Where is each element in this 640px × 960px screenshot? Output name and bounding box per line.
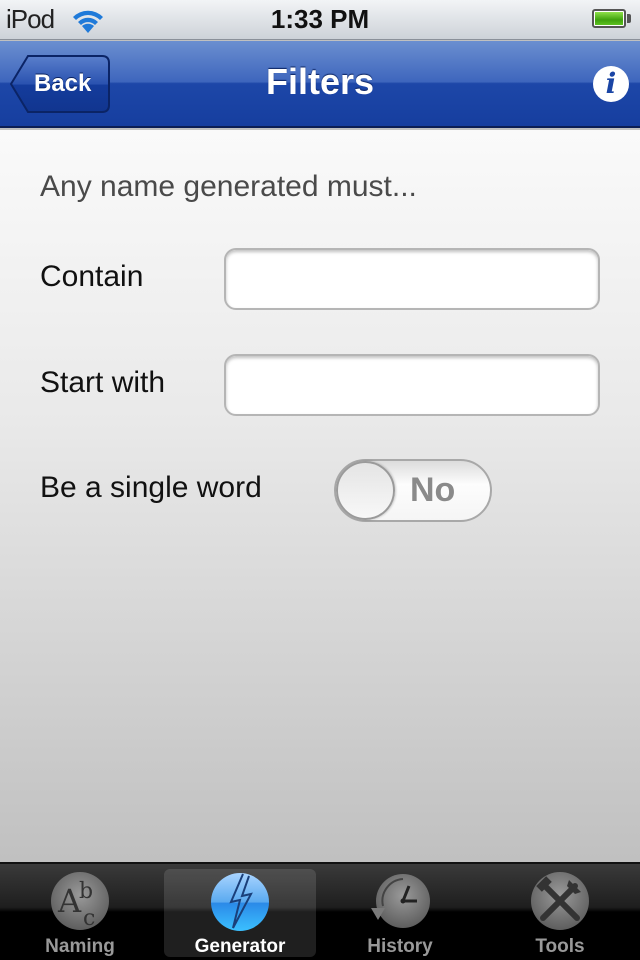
tab-tools[interactable]: Tools (484, 864, 636, 960)
contain-label: Contain (40, 260, 144, 293)
single-word-toggle[interactable]: No (334, 459, 492, 522)
page-title: Filters (265, 61, 375, 102)
tab-generator[interactable]: Generator (164, 869, 316, 957)
tab-label: Generator (194, 936, 286, 957)
svg-text:b: b (79, 879, 93, 904)
tab-history[interactable]: History (324, 864, 476, 960)
tab-label: History (367, 936, 433, 957)
toggle-knob[interactable] (336, 461, 395, 520)
battery-tip (627, 14, 631, 23)
toggle-state-label: No (410, 471, 456, 509)
start-with-label: Start with (40, 366, 166, 399)
svg-text:c: c (83, 906, 95, 931)
intro-text: Any name generated must... (40, 170, 417, 203)
tab-label: Naming (45, 936, 115, 957)
clock: 1:33 PM (270, 4, 370, 34)
navigation-bar: Back Filters i (0, 41, 640, 128)
tab-label: Tools (535, 936, 585, 957)
battery-icon (592, 9, 626, 28)
history-clock-icon (371, 874, 430, 928)
lightning-icon (211, 873, 269, 931)
status-bar: iPod 1:33 PM (0, 0, 640, 40)
start-with-input[interactable] (224, 354, 600, 416)
single-word-label: Be a single word (40, 471, 262, 504)
filters-form: Any name generated must... Contain Start… (0, 130, 640, 862)
tools-icon (531, 872, 589, 930)
contain-input[interactable] (224, 248, 600, 310)
info-icon[interactable]: i (593, 66, 629, 102)
abc-icon: A b c (51, 872, 109, 931)
tab-bar: A b c Naming Generator History Tools (0, 862, 640, 960)
tab-naming[interactable]: A b c Naming (4, 864, 156, 960)
